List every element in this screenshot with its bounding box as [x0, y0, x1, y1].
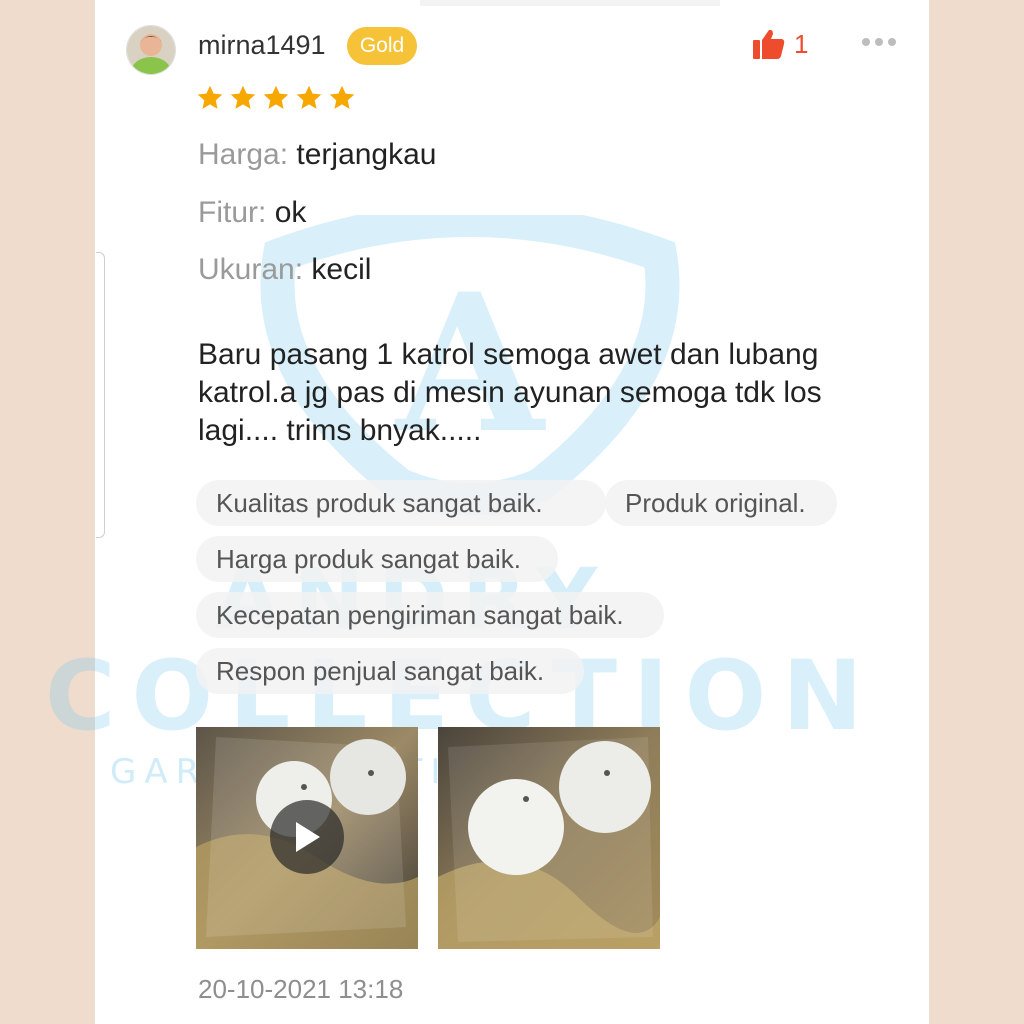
review-text-line: lagi.... trims bnyak..... [198, 414, 482, 447]
like-count: 1 [794, 28, 809, 59]
star-icon [230, 85, 256, 109]
avatar-photo [127, 26, 175, 74]
rating-stars [196, 84, 356, 112]
star-icon [263, 85, 289, 109]
username[interactable]: mirna1491 [198, 30, 326, 61]
thumbs-up-icon [753, 29, 785, 59]
attribute-price-label: Harga: [198, 138, 289, 171]
review-text: Baru pasang 1 katrol semoga awet dan lub… [198, 336, 898, 450]
top-divider [420, 0, 720, 6]
member-badge: Gold [347, 27, 417, 65]
star-icon [197, 85, 223, 109]
review-text-line: Baru pasang 1 katrol semoga awet dan lub… [198, 338, 819, 371]
star-icon [296, 85, 322, 109]
play-icon[interactable] [270, 800, 344, 874]
attribute-feature: Fitur: ok [198, 196, 306, 230]
attribute-size: Ukuran: kecil [198, 253, 371, 287]
review-photo-thumbnail[interactable] [438, 727, 660, 949]
tag-shipping: Kecepatan pengiriman sangat baik. [196, 592, 664, 638]
attribute-size-label: Ukuran: [198, 253, 304, 286]
tag-seller-response: Respon penjual sangat baik. [196, 648, 584, 694]
tag-price: Harga produk sangat baik. [196, 536, 558, 582]
tag-original: Produk original. [605, 480, 837, 526]
tag-quality: Kualitas produk sangat baik. [196, 480, 606, 526]
attribute-price: Harga: terjangkau [198, 138, 437, 172]
attribute-size-value: kecil [311, 253, 372, 286]
attribute-price-value: terjangkau [296, 138, 437, 171]
photo-frame [438, 727, 660, 949]
like-button[interactable]: 1 [752, 28, 808, 60]
side-scroll-handle[interactable] [96, 252, 105, 538]
avatar[interactable] [126, 25, 176, 75]
attribute-feature-value: ok [274, 196, 307, 229]
attribute-feature-label: Fitur: [198, 196, 267, 229]
star-icon [329, 85, 355, 109]
review-text-line: katrol.a jg pas di mesin ayunan semoga t… [198, 376, 822, 409]
more-dots-icon[interactable] [862, 38, 896, 46]
review-timestamp: 20-10-2021 13:18 [198, 974, 404, 1004]
